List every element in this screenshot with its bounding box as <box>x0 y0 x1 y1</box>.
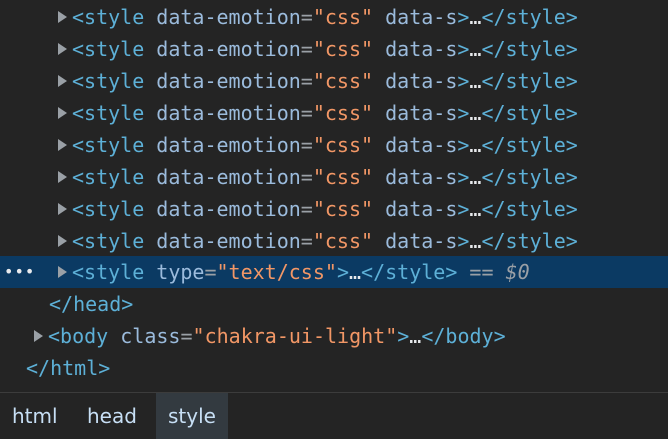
dom-node-style[interactable]: <style data-emotion="css" data-s>…</styl… <box>0 161 668 193</box>
node-markup: <style data-emotion="css" data-s>…</styl… <box>72 69 578 93</box>
dom-tree: <style data-emotion="css" data-s>…</styl… <box>0 0 668 390</box>
node-markup: <style data-emotion="css" data-s>…</styl… <box>72 37 578 61</box>
node-markup: <style type="text/css">…</style> == $0 <box>72 260 530 284</box>
breadcrumb-item-html[interactable]: html <box>0 393 70 439</box>
expand-triangle-icon[interactable] <box>58 266 67 278</box>
node-markup: <style data-emotion="css" data-s>…</styl… <box>72 5 578 29</box>
expand-triangle-icon[interactable] <box>34 330 43 342</box>
node-markup: <style data-emotion="css" data-s>…</styl… <box>72 133 578 157</box>
dom-node-style[interactable]: <style data-emotion="css" data-s>…</styl… <box>0 33 668 65</box>
dom-node-head-close[interactable]: </head> <box>0 288 668 320</box>
expand-triangle-icon[interactable] <box>58 11 67 23</box>
expand-triangle-icon[interactable] <box>58 107 67 119</box>
console-reference: == $0 <box>469 260 530 284</box>
node-markup: <style data-emotion="css" data-s>…</styl… <box>72 101 578 125</box>
expand-triangle-icon[interactable] <box>58 43 67 55</box>
dom-node-style-selected[interactable]: ••• <style type="text/css">…</style> == … <box>0 256 668 288</box>
dom-node-style[interactable]: <style data-emotion="css" data-s>…</styl… <box>0 65 668 97</box>
expand-triangle-icon[interactable] <box>58 75 67 87</box>
dom-node-body[interactable]: <body class="chakra-ui-light">…</body> <box>0 320 668 352</box>
expand-triangle-icon[interactable] <box>58 171 67 183</box>
dom-node-style[interactable]: <style data-emotion="css" data-s>…</styl… <box>0 225 668 257</box>
breadcrumb-item-head[interactable]: head <box>75 393 149 439</box>
node-markup: <style data-emotion="css" data-s>…</styl… <box>72 229 578 253</box>
dom-node-html-close[interactable]: </html> <box>0 352 668 384</box>
expand-triangle-icon[interactable] <box>58 235 67 247</box>
dom-node-style[interactable]: <style data-emotion="css" data-s>…</styl… <box>0 129 668 161</box>
dom-node-style[interactable]: <style data-emotion="css" data-s>…</styl… <box>0 1 668 33</box>
breadcrumb: html head style <box>0 392 668 439</box>
elements-panel: <style data-emotion="css" data-s>…</styl… <box>0 0 668 439</box>
more-options-icon[interactable]: ••• <box>4 256 35 288</box>
node-markup: <style data-emotion="css" data-s>…</styl… <box>72 165 578 189</box>
node-markup: <body class="chakra-ui-light">…</body> <box>48 324 506 348</box>
dom-node-style[interactable]: <style data-emotion="css" data-s>…</styl… <box>0 193 668 225</box>
breadcrumb-item-style[interactable]: style <box>156 393 228 439</box>
node-markup: <style data-emotion="css" data-s>…</styl… <box>72 197 578 221</box>
html-close-tag: </html> <box>26 356 111 380</box>
expand-triangle-icon[interactable] <box>58 203 67 215</box>
expand-triangle-icon[interactable] <box>58 139 67 151</box>
dom-node-style[interactable]: <style data-emotion="css" data-s>…</styl… <box>0 97 668 129</box>
head-close-tag: </head> <box>49 292 134 316</box>
